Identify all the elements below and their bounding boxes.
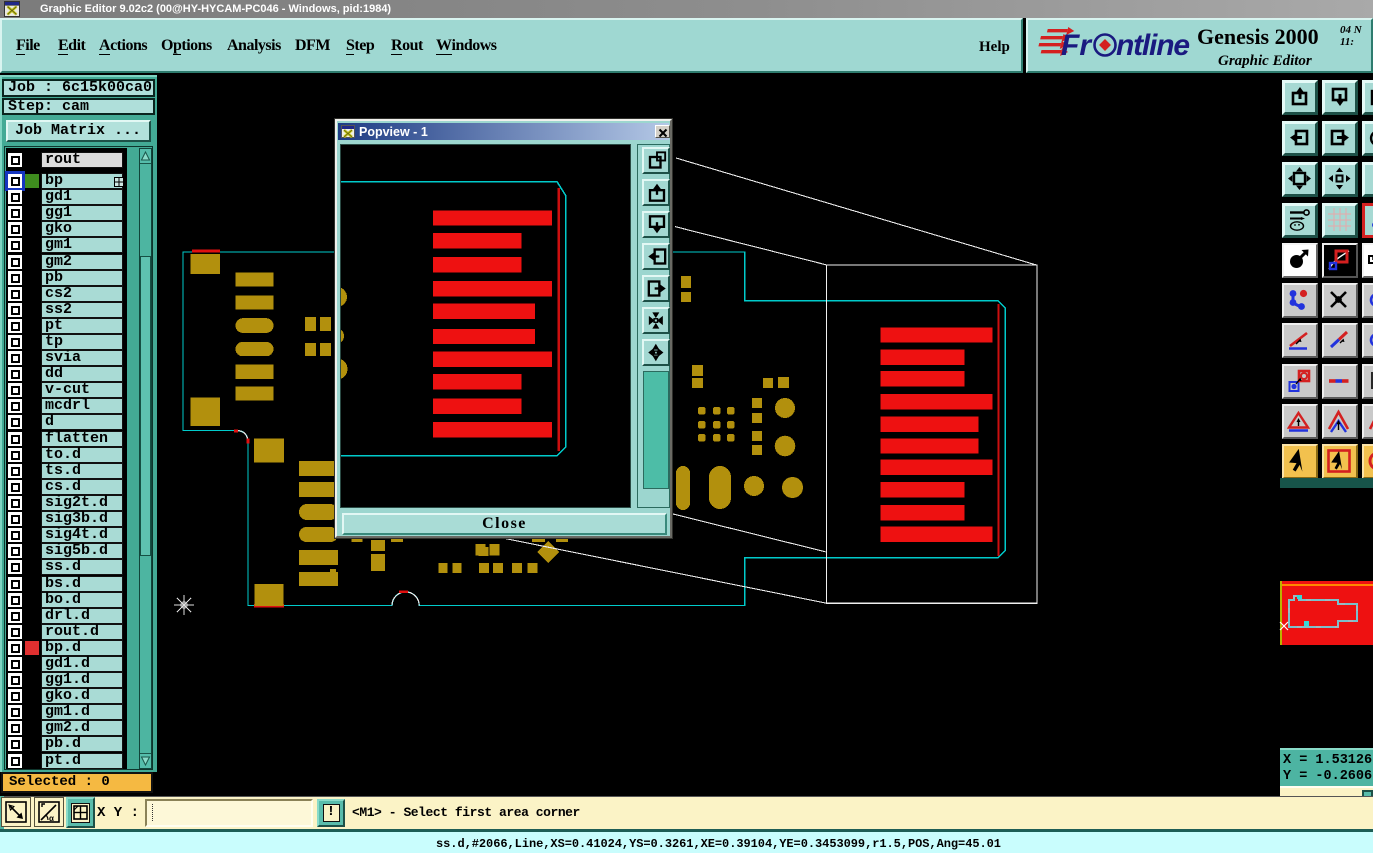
svg-text:α: α	[49, 814, 54, 823]
svg-text:ntline: ntline	[1116, 29, 1190, 62]
svg-text:Fr: Fr	[1061, 29, 1093, 62]
